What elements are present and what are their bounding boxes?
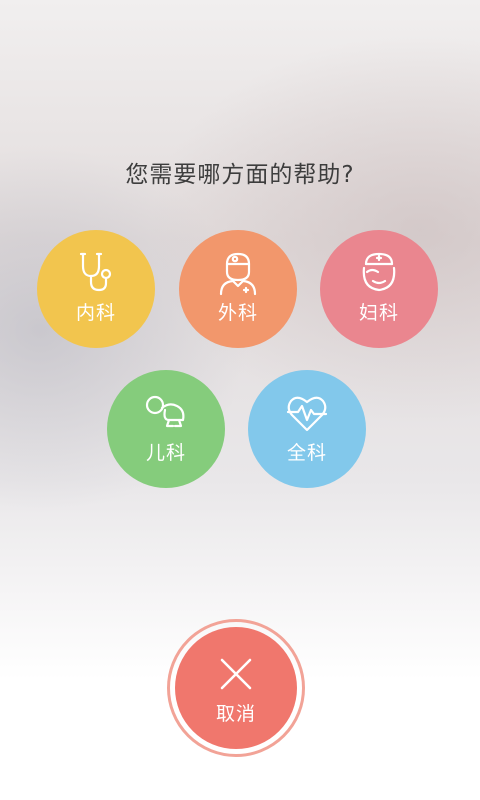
page-title: 您需要哪方面的帮助? <box>125 162 355 188</box>
cancel-button[interactable]: 取消 <box>167 619 305 757</box>
surgeon-icon <box>219 252 257 295</box>
nurse-icon <box>362 252 396 291</box>
baby-icon <box>145 395 185 427</box>
dept-label: 全科 <box>286 441 327 464</box>
close-icon <box>220 658 252 689</box>
dept-pediatrics-button[interactable]: 儿科 <box>107 370 225 488</box>
dept-label: 内科 <box>75 301 116 324</box>
stethoscope-icon <box>79 252 112 291</box>
dept-label: 儿科 <box>145 441 186 464</box>
heart-pulse-icon <box>286 396 328 431</box>
dept-label: 妇科 <box>358 301 399 324</box>
dept-gynecology-button[interactable]: 妇科 <box>320 230 438 348</box>
dept-general-button[interactable]: 全科 <box>248 370 366 488</box>
dept-internal-medicine-button[interactable]: 内科 <box>37 230 155 348</box>
dept-surgery-button[interactable]: 外科 <box>179 230 297 348</box>
cancel-label: 取消 <box>215 702 256 725</box>
cancel-button-inner[interactable]: 取消 <box>175 627 297 749</box>
dept-label: 外科 <box>217 301 258 324</box>
